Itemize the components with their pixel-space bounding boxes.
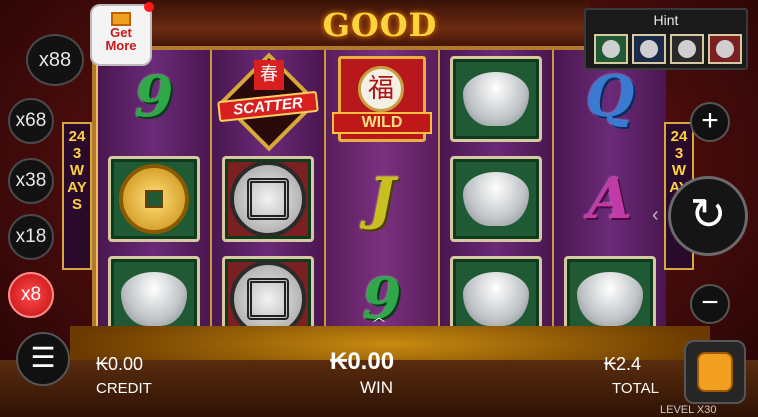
symbol-J-text: J — [368, 166, 396, 232]
menu-button[interactable]: ☰ — [16, 332, 70, 386]
total-label: TOTAL — [612, 380, 659, 397]
medal-tile — [222, 156, 314, 242]
game-title: GOOD FORTUNE — [286, 6, 474, 82]
ingot-icon — [463, 272, 529, 326]
game-screen: GOOD FORTUNE 9 J 9 Q A — [0, 0, 758, 417]
symbol-ingot — [446, 154, 546, 244]
coin-icon — [119, 164, 189, 234]
multiplier-x38[interactable]: x38 — [8, 158, 54, 204]
scatter-char: 春 — [254, 60, 284, 90]
medal-icon — [230, 161, 306, 237]
hint-medal-icon — [708, 34, 742, 64]
reel-4 — [440, 50, 552, 342]
bag-button[interactable] — [684, 340, 746, 404]
symbol-ingot — [446, 54, 546, 144]
reel-frame: 9 J 9 Q A 春 SCATTER 福 WILD — [92, 46, 666, 346]
multiplier-x68[interactable]: x68 — [8, 98, 54, 144]
chevron-left-icon: ‹ — [652, 204, 659, 226]
minus-button[interactable]: − — [690, 284, 730, 324]
symbol-wild: 福 WILD — [330, 56, 434, 146]
hint-fish-icon — [632, 34, 666, 64]
spin-button[interactable]: ↻ — [668, 176, 748, 256]
symbol-scatter: 春 SCATTER — [214, 52, 324, 152]
multiplier-x8[interactable]: x8 — [8, 272, 54, 318]
reel-5: Q A — [554, 50, 666, 342]
symbol-A: A — [560, 154, 660, 244]
symbol-J: J — [332, 154, 432, 244]
plus-button[interactable]: + — [690, 102, 730, 142]
total-value: ₭2.4 — [604, 354, 642, 374]
backpack-icon — [697, 352, 733, 392]
wild-label: WILD — [332, 112, 432, 134]
ingot-icon — [121, 272, 187, 326]
symbol-9-text: 9 — [134, 64, 174, 130]
chevron-up-icon[interactable]: ︿ — [373, 308, 385, 325]
get-more-line2: More — [105, 38, 137, 53]
get-more-button[interactable]: Get More — [90, 4, 152, 66]
multiplier-x18[interactable]: x18 — [8, 214, 54, 260]
multiplier-x88[interactable]: x88 — [26, 34, 84, 86]
reel-1: 9 — [98, 50, 210, 342]
gift-icon — [111, 12, 131, 26]
symbol-medal — [218, 154, 318, 244]
credit-value: ₭0.00 — [96, 354, 144, 374]
win-value: ₭0.00 — [330, 348, 395, 375]
level-text: LEVEL X30 — [660, 404, 717, 416]
symbol-A-text: A — [588, 166, 632, 232]
ingot-icon — [463, 72, 529, 126]
symbol-coin — [104, 154, 204, 244]
ways-text: 243 WAYS — [67, 128, 87, 213]
hint-panel[interactable]: Hint — [584, 8, 748, 70]
credit-label: CREDIT — [96, 380, 152, 397]
notification-dot-icon — [144, 2, 154, 12]
coin-tile — [108, 156, 200, 242]
wild-char: 福 — [358, 66, 404, 112]
ingot-icon — [577, 272, 643, 326]
hint-title: Hint — [653, 12, 679, 28]
ingot-icon — [463, 172, 529, 226]
win-label: WIN — [360, 378, 394, 397]
hint-ingot-icon — [594, 34, 628, 64]
symbol-Q-text: Q — [585, 64, 635, 130]
hint-fan-icon — [670, 34, 704, 64]
ways-banner-left: 243 WAYS — [62, 122, 92, 270]
